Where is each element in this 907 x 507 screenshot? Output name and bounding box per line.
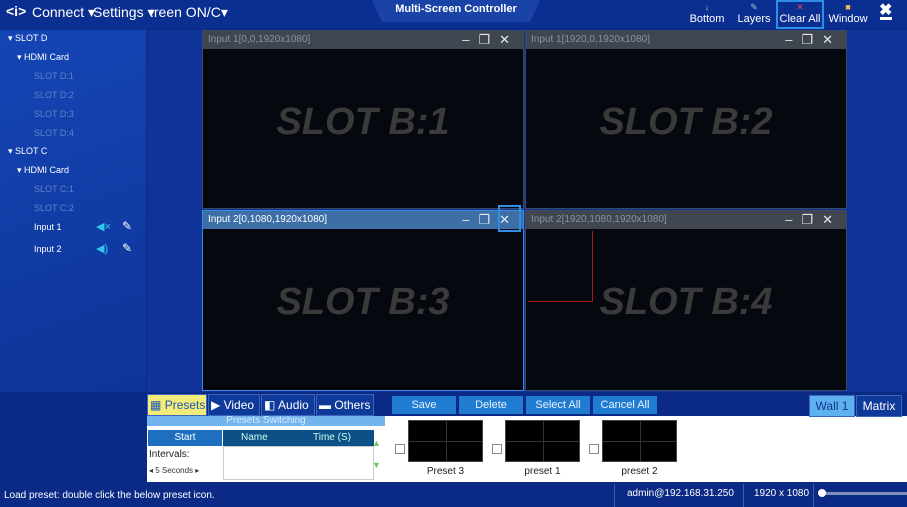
preset-2-label: preset 2 — [621, 466, 658, 477]
bottom-button[interactable]: ↓ Bottom — [686, 2, 728, 28]
preset-3-thumbnail[interactable] — [408, 420, 483, 462]
window-controls[interactable]: –❐✕ — [462, 31, 519, 49]
window-input-1-a[interactable]: Input 1[0,0,1920x1080] –❐✕ SLOT B:1 — [202, 30, 524, 209]
move-down-icon[interactable]: ▼ — [372, 460, 381, 470]
window-titlebar[interactable]: Input 2[1920,1080,1920x1080] –❐✕ — [526, 211, 846, 229]
status-resolution: 1920 x 1080 — [743, 484, 809, 507]
tree-slot-d[interactable]: ▾ SLOT D — [8, 33, 47, 44]
window-titlebar[interactable]: Input 1[1920,0,1920x1080] –❐✕ — [526, 31, 846, 49]
window-input-2-a[interactable]: Input 2[0,1080,1920x1080] –❐✕ SLOT B:3 — [202, 210, 524, 391]
tree-slot-d1[interactable]: SLOT D:1 — [34, 71, 74, 81]
tab-wall-1[interactable]: Wall 1 — [809, 395, 855, 417]
tree-input-1[interactable]: Input 1 — [34, 222, 62, 232]
close-window-highlight[interactable] — [498, 205, 521, 232]
tab-matrix[interactable]: Matrix — [856, 395, 902, 417]
tree-slot-d2[interactable]: SLOT D:2 — [34, 90, 74, 100]
tab-others[interactable]: ▬ Others — [316, 394, 374, 416]
edit-icon[interactable]: ✎ — [122, 241, 132, 255]
tab-presets[interactable]: ▦ Presets — [147, 394, 207, 416]
interval-stepper[interactable]: ◂ 5 Seconds ▸ — [149, 466, 221, 475]
window-content-label: SLOT B:2 — [599, 101, 773, 143]
app-logo-icon: <i> — [6, 3, 27, 19]
tab-presets-label: Presets — [164, 398, 206, 412]
tree-slot-c1[interactable]: SLOT C:1 — [34, 184, 74, 194]
clear-x-icon: ✕ — [796, 2, 804, 12]
window-content-label: SLOT B:3 — [276, 281, 450, 323]
window-controls[interactable]: –❐✕ — [785, 211, 842, 229]
preset-3-label: Preset 3 — [426, 466, 465, 477]
window-icon: ■ — [845, 2, 851, 12]
start-button[interactable]: Start — [148, 430, 222, 446]
window-input-2-b[interactable]: Input 2[1920,1080,1920x1080] –❐✕ SLOT B:4 — [525, 210, 847, 391]
preset-list-header: Name Time (S) — [223, 430, 374, 446]
presets-switching-header: Presets Switching — [147, 416, 385, 426]
clear-all-button[interactable]: ✕ Clear All — [776, 0, 824, 29]
device-tree: ▾ SLOT D ▾ HDMI Card SLOT D:1 SLOT D:2 S… — [0, 30, 146, 392]
tab-video[interactable]: ▶ Video — [208, 394, 260, 416]
speaker-icon[interactable]: ◀) — [96, 242, 108, 255]
preset-2-checkbox[interactable] — [589, 444, 599, 454]
status-user: admin@192.168.31.250 — [614, 484, 734, 507]
tree-slot-c[interactable]: ▾ SLOT C — [8, 146, 47, 157]
preset-1-label: preset 1 — [524, 466, 561, 477]
tab-others-label: Others — [334, 398, 371, 412]
window-content-label: SLOT B:1 — [276, 101, 450, 143]
window-title: Multi-Screen Controller — [372, 0, 540, 22]
tree-slot-c2[interactable]: SLOT C:2 — [34, 203, 74, 213]
others-icon: ▬ — [319, 398, 331, 412]
window-controls[interactable]: –❐✕ — [785, 31, 842, 49]
status-bar: Load preset: double click the below pres… — [0, 484, 907, 507]
preset-3-checkbox[interactable] — [395, 444, 405, 454]
layers-button[interactable]: ✎ Layers — [735, 2, 773, 28]
tree-slot-d4[interactable]: SLOT D:4 — [34, 128, 74, 138]
zoom-slider-handle[interactable] — [818, 489, 826, 497]
preset-1-thumbnail[interactable] — [505, 420, 580, 462]
audio-icon: ◧ — [264, 398, 276, 412]
tree-hdmi-card-d[interactable]: ▾ HDMI Card — [17, 52, 69, 63]
speaker-muted-icon[interactable]: ◀× — [96, 220, 111, 233]
cancel-all-button[interactable]: Cancel All — [593, 396, 657, 414]
tab-audio-label: Audio — [278, 398, 309, 412]
status-message: Load preset: double click the below pres… — [4, 490, 215, 501]
tab-audio[interactable]: ◧ Audio — [261, 394, 315, 416]
window-titlebar[interactable]: Input 2[0,1080,1920x1080] –❐✕ — [203, 211, 523, 229]
screen-on-off-menu[interactable]: :reen ON/C▾ — [150, 4, 228, 21]
screen-canvas[interactable]: Input 1[0,0,1920x1080] –❐✕ SLOT B:1 Input… — [147, 30, 907, 392]
layers-icon: ✎ — [750, 2, 758, 12]
intervals-label: Intervals: — [149, 449, 190, 460]
preset-1-checkbox[interactable] — [492, 444, 502, 454]
select-all-button[interactable]: Select All — [526, 396, 590, 414]
connect-menu[interactable]: Connect ▾ — [32, 4, 95, 21]
move-up-icon[interactable]: ▲ — [372, 438, 381, 448]
arrow-down-icon: ↓ — [704, 2, 710, 12]
tab-video-label: Video — [223, 398, 255, 412]
presets-panel: ▦ Presets ▶ Video ◧ Audio ▬ Others Save … — [147, 394, 907, 482]
preset-2-thumbnail[interactable] — [602, 420, 677, 462]
zoom-slider[interactable] — [820, 492, 907, 495]
minimize-app-icon[interactable] — [880, 17, 892, 20]
window-input-1-b[interactable]: Input 1[1920,0,1920x1080] –❐✕ SLOT B:2 — [525, 30, 847, 209]
settings-menu[interactable]: Settings ▾ — [93, 4, 155, 21]
save-button[interactable]: Save — [392, 396, 456, 414]
edit-icon[interactable]: ✎ — [122, 219, 132, 233]
tree-input-2[interactable]: Input 2 — [34, 244, 62, 254]
grid-icon: ▦ — [150, 398, 162, 412]
tree-slot-d3[interactable]: SLOT D:3 — [34, 109, 74, 119]
window-button[interactable]: ■ Window — [826, 2, 870, 28]
preset-list[interactable] — [223, 446, 374, 480]
window-content-label: SLOT B:4 — [599, 281, 773, 323]
tree-hdmi-card-c[interactable]: ▾ HDMI Card — [17, 165, 69, 176]
delete-button[interactable]: Delete — [459, 396, 523, 414]
video-icon: ▶ — [211, 398, 221, 412]
window-titlebar[interactable]: Input 1[0,0,1920x1080] –❐✕ — [203, 31, 523, 49]
